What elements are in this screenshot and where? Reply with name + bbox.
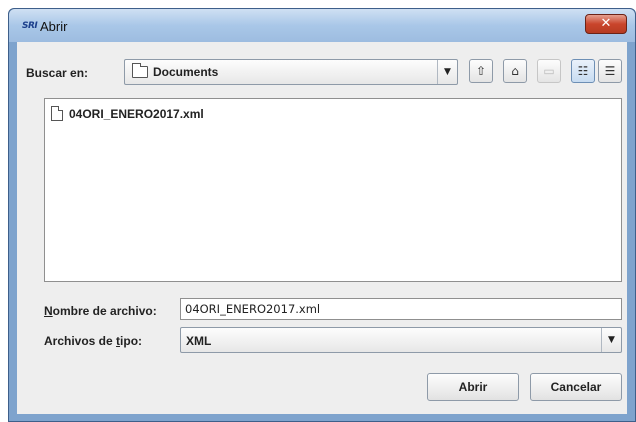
details-view-button[interactable]: ☰	[598, 59, 622, 83]
chevron-down-icon[interactable]: ▼	[437, 60, 457, 84]
open-button[interactable]: Abrir	[427, 373, 519, 401]
desktop-edge	[0, 0, 8, 422]
list-view-button[interactable]: ☷	[571, 59, 595, 83]
sri-app-icon: SRI	[22, 21, 38, 31]
file-icon	[51, 106, 63, 121]
file-name: 04ORI_ENERO2017.xml	[69, 107, 204, 121]
window-title: Abrir	[40, 19, 68, 34]
close-button[interactable]: ✕	[585, 14, 627, 34]
details-view-icon: ☰	[604, 64, 616, 78]
close-icon: ✕	[600, 16, 612, 31]
file-name-label: Nombre de archivo:	[44, 304, 157, 318]
folder-icon	[132, 63, 148, 78]
chevron-down-icon[interactable]: ▼	[601, 328, 621, 352]
file-type-combobox[interactable]: XML ▼	[180, 327, 622, 353]
file-type-value: XML	[186, 334, 212, 348]
file-type-label: Archivos de tipo:	[44, 334, 143, 348]
home-icon: ⌂	[511, 64, 519, 78]
new-folder-icon: ▭	[543, 64, 555, 78]
up-folder-icon: ⇧	[475, 64, 487, 78]
look-in-value: Documents	[153, 65, 219, 79]
file-name-input[interactable]: 04ORI_ENERO2017.xml	[180, 298, 622, 320]
new-folder-button[interactable]: ▭	[537, 59, 561, 83]
look-in-label: Buscar en:	[26, 66, 89, 80]
title-bar[interactable]: SRI Abrir ✕	[9, 9, 635, 42]
cancel-button[interactable]: Cancelar	[530, 373, 622, 401]
up-one-level-button[interactable]: ⇧	[469, 59, 493, 83]
file-list[interactable]: 04ORI_ENERO2017.xml	[44, 98, 622, 282]
home-button[interactable]: ⌂	[503, 59, 527, 83]
list-view-icon: ☷	[577, 64, 589, 78]
look-in-combobox[interactable]: Documents ▼	[124, 59, 458, 85]
